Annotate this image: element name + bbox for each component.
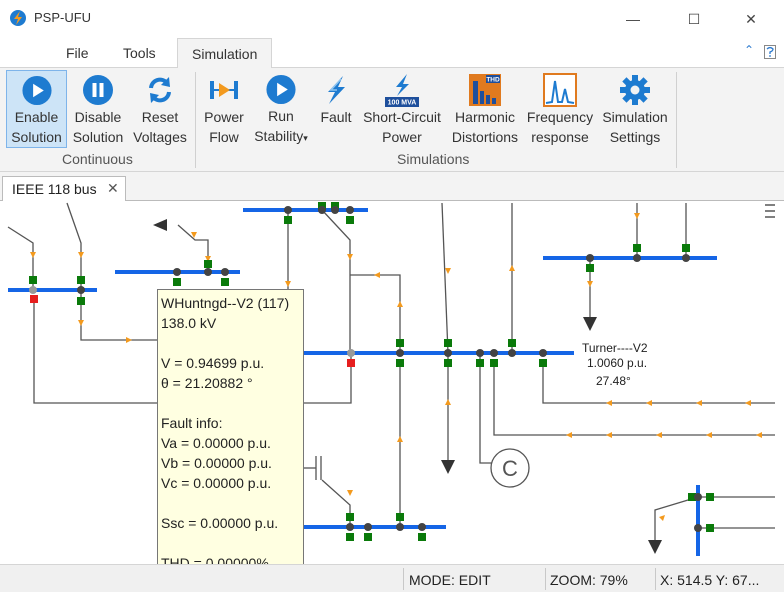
- gear-icon: [620, 75, 650, 105]
- tooltip-blank: [161, 393, 303, 413]
- tooltip-fault-heading: Fault info:: [161, 415, 223, 431]
- lightning-logo-icon: [10, 10, 26, 26]
- window-title: PSP-UFU: [34, 10, 92, 25]
- simulation-settings-button[interactable]: Simulation Settings: [599, 70, 671, 148]
- status-separator: [403, 568, 404, 590]
- capacitor-symbol: [304, 456, 322, 480]
- disable-solution-button[interactable]: Disable Solution: [69, 70, 127, 148]
- tooltip-nominal-voltage: 138.0 kV: [161, 315, 217, 331]
- tab-simulation[interactable]: Simulation: [177, 38, 273, 69]
- bus-label-angle: 27.48°: [596, 374, 631, 388]
- document-tab[interactable]: IEEE 118 bus ✕: [2, 176, 126, 201]
- bus-info-tooltip: WHuntngd--V2 (117) 138.0 kV V = 0.94699 …: [157, 289, 304, 576]
- bus-label-name: Turner----V2: [582, 341, 648, 355]
- tooltip-angle: θ = 21.20882 °: [161, 375, 253, 391]
- menu-bar: File Tools Simulation ⌃: [0, 38, 784, 69]
- transmission-lines: [7, 202, 775, 540]
- status-separator: [545, 568, 546, 590]
- one-line-diagram[interactable]: C: [0, 201, 784, 564]
- thd-bars-icon: THD: [469, 74, 501, 106]
- short-circuit-power-button[interactable]: 100 MVA Short-Circuit Power: [359, 70, 445, 148]
- canvas-menu-icon[interactable]: [763, 203, 777, 219]
- fault-button[interactable]: Fault: [315, 70, 357, 148]
- collapse-ribbon-button[interactable]: ⌃: [744, 43, 754, 57]
- run-stability-button[interactable]: Run Stability▾: [250, 70, 312, 148]
- maximize-button[interactable]: ☐: [671, 0, 717, 38]
- tab-tools[interactable]: Tools: [123, 45, 156, 61]
- reset-arrows-icon: [149, 77, 171, 103]
- status-zoom: ZOOM: 79%: [550, 572, 628, 588]
- close-button[interactable]: ✕: [728, 0, 774, 38]
- tooltip-va: Va = 0.00000 p.u.: [161, 435, 271, 451]
- help-icon[interactable]: [764, 45, 776, 59]
- svg-text:100 MVA: 100 MVA: [388, 100, 417, 107]
- tooltip-vc: Vc = 0.00000 p.u.: [161, 475, 272, 491]
- tooltip-bus-name: WHuntngd--V2 (117): [161, 295, 290, 311]
- document-tab-label: IEEE 118 bus: [12, 181, 97, 197]
- tooltip-blank: [161, 333, 303, 353]
- tab-file[interactable]: File: [66, 45, 89, 61]
- diagram-canvas[interactable]: C: [0, 201, 784, 564]
- harmonic-distortions-button[interactable]: THD Harmonic Distortions: [448, 70, 522, 148]
- group-label-simulations: Simulations: [397, 151, 470, 167]
- play-circle-icon: [21, 75, 52, 106]
- tooltip-vb: Vb = 0.00000 p.u.: [161, 455, 272, 471]
- tooltip-blank: [161, 493, 303, 513]
- ribbon: Enable Solution Disable Solution Reset V…: [0, 68, 784, 172]
- bus-label-voltage: 1.0060 p.u.: [587, 356, 648, 370]
- frequency-response-button[interactable]: Frequency response: [524, 70, 596, 148]
- run-stability-icon: [266, 74, 296, 105]
- status-separator: [655, 568, 656, 590]
- tooltip-ssc: Ssc = 0.00000 p.u.: [161, 515, 279, 531]
- frequency-response-icon: [543, 73, 577, 107]
- short-circuit-icon: 100 MVA: [385, 74, 419, 107]
- status-coordinates: X: 514.5 Y: 67...: [660, 572, 760, 588]
- power-flow-icon: [210, 81, 238, 99]
- svg-text:THD: THD: [486, 77, 500, 84]
- group-separator: [195, 72, 196, 168]
- svg-text:C: C: [502, 456, 518, 481]
- group-separator: [676, 72, 677, 168]
- enable-solution-button[interactable]: Enable Solution: [6, 70, 67, 148]
- status-bar: MODE: EDIT ZOOM: 79% X: 514.5 Y: 67...: [0, 564, 784, 592]
- power-flow-button[interactable]: Power Flow: [200, 70, 248, 148]
- minimize-button[interactable]: —: [610, 0, 656, 38]
- status-mode: MODE: EDIT: [409, 572, 491, 588]
- tooltip-voltage: V = 0.94699 p.u.: [161, 355, 265, 371]
- group-label-continuous: Continuous: [62, 151, 133, 167]
- reset-voltages-button[interactable]: Reset Voltages: [129, 70, 191, 148]
- tooltip-blank: [161, 533, 303, 553]
- dropdown-arrow-icon: ▾: [303, 133, 308, 143]
- generator-symbol[interactable]: C: [490, 448, 530, 488]
- pause-circle-icon: [83, 75, 113, 105]
- close-tab-icon[interactable]: ✕: [107, 180, 119, 197]
- fault-bolt-icon: [328, 76, 345, 104]
- document-tabstrip: IEEE 118 bus ✕: [0, 172, 784, 201]
- breakers-closed[interactable]: [29, 202, 714, 541]
- title-bar: PSP-UFU — ☐ ✕: [0, 0, 784, 38]
